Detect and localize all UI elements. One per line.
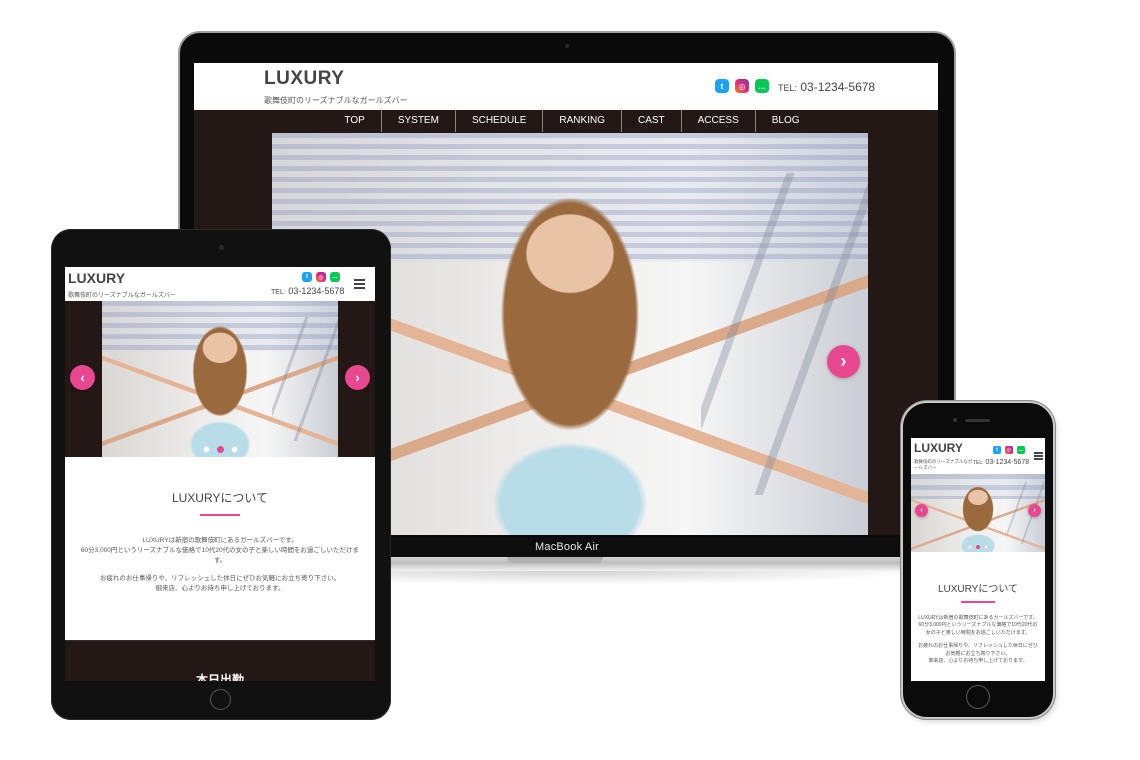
phone-number[interactable]: TEL: 03-1234-5678 bbox=[973, 459, 1029, 466]
about-line: 60分3,000円というリーズナブルな価格で10代20代の女の子と楽しい時間をお… bbox=[918, 622, 1038, 636]
hero-slider: ‹ › bbox=[911, 474, 1045, 552]
about-title: LUXURYについて bbox=[171, 491, 269, 505]
title-underline bbox=[961, 601, 995, 603]
laptop-camera bbox=[565, 44, 569, 48]
slider-dot[interactable] bbox=[984, 545, 988, 549]
about-line: 60分3,000円というリーズナブルな価格で10代20代の女の子と楽しい時間をお… bbox=[80, 547, 360, 564]
slider-dot[interactable] bbox=[968, 545, 972, 549]
hamburger-menu-icon[interactable] bbox=[354, 279, 365, 291]
line-icon[interactable]: … bbox=[1017, 446, 1025, 454]
nav-schedule[interactable]: SCHEDULE bbox=[454, 110, 542, 132]
laptop-model-label: MacBook Air bbox=[535, 541, 599, 553]
about-line: LUXURYは新宿の歌舞伎町にあるガールズバーです。 bbox=[918, 614, 1038, 621]
phone-number[interactable]: TEL: 03-1234-5678 bbox=[271, 286, 344, 296]
chevron-right-icon: › bbox=[840, 351, 847, 371]
chevron-left-icon: ‹ bbox=[80, 370, 85, 385]
today-cast-section: 本日出勤 bbox=[65, 640, 375, 681]
twitter-icon[interactable]: t bbox=[302, 272, 312, 282]
slider-dot-active[interactable] bbox=[216, 446, 224, 453]
instagram-icon[interactable]: ◎ bbox=[735, 79, 749, 93]
slider-next-button[interactable]: › bbox=[1028, 504, 1041, 517]
site-header: LUXURY 歌舞伎町のリーズナブルなガールズバー t ◎ … TEL: 03-… bbox=[65, 267, 375, 301]
hero-photo bbox=[911, 474, 1045, 552]
tel-number: 03-1234-5678 bbox=[800, 80, 876, 94]
social-links: t ◎ … bbox=[993, 446, 1025, 454]
site-tagline: 歌舞伎町のリーズナブルなガールズバー bbox=[914, 459, 973, 470]
tel-label: TEL: bbox=[778, 83, 798, 93]
today-cast-title: 本日出勤 bbox=[195, 673, 244, 681]
about-line: LUXURYは新宿の歌舞伎町にあるガールズバーです。 bbox=[142, 537, 298, 544]
slider-dot-active[interactable] bbox=[976, 545, 980, 549]
chevron-right-icon: › bbox=[1033, 507, 1036, 514]
about-title: LUXURYについて bbox=[937, 584, 1019, 595]
slider-pagination bbox=[65, 446, 375, 453]
hero-photo bbox=[102, 301, 338, 457]
twitter-icon[interactable]: t bbox=[715, 79, 729, 93]
phone-home-button bbox=[966, 685, 990, 709]
tel-number: 03-1234-5678 bbox=[288, 286, 345, 296]
tablet-home-button bbox=[210, 689, 231, 710]
main-nav: TOP SYSTEM SCHEDULE RANKING CAST ACCESS … bbox=[194, 110, 938, 132]
social-links: t ◎ … bbox=[715, 79, 769, 93]
nav-ranking[interactable]: RANKING bbox=[542, 110, 621, 132]
line-icon[interactable]: … bbox=[330, 272, 340, 282]
nav-access[interactable]: ACCESS bbox=[680, 110, 755, 132]
hamburger-menu-icon[interactable] bbox=[1034, 452, 1043, 461]
site-logo[interactable]: LUXURY bbox=[68, 270, 125, 286]
social-links: t ◎ … bbox=[302, 272, 340, 282]
slider-dot[interactable] bbox=[202, 446, 210, 453]
about-section: LUXURYについて LUXURYは新宿の歌舞伎町にあるガールズバーです。 60… bbox=[65, 457, 375, 640]
slider-dot[interactable] bbox=[230, 446, 238, 453]
nav-system[interactable]: SYSTEM bbox=[380, 110, 455, 132]
slider-prev-button[interactable]: ‹ bbox=[70, 365, 95, 390]
about-line: 御来店、心よりお待ち申し上げております。 bbox=[928, 658, 1028, 664]
site-tagline: 歌舞伎町のリーズナブルなガールズバー bbox=[68, 293, 176, 299]
instagram-icon[interactable]: ◎ bbox=[316, 272, 326, 282]
site-tagline: 歌舞伎町のリーズナブルなガールズバー bbox=[264, 96, 408, 105]
about-text: LUXURYは新宿の歌舞伎町にあるガールズバーです。 60分3,000円というリ… bbox=[911, 615, 1045, 666]
slider-next-button[interactable]: › bbox=[345, 365, 370, 390]
phone-number[interactable]: TEL: 03-1234-5678 bbox=[778, 80, 875, 94]
nav-blog[interactable]: BLOG bbox=[754, 110, 816, 132]
twitter-icon[interactable]: t bbox=[993, 446, 1001, 454]
line-icon[interactable]: … bbox=[755, 79, 769, 93]
about-line: お疲れのお仕事帰りや、リフレッシュした休日にぜひお気軽にお立ち寄り下さい。 bbox=[99, 575, 341, 582]
slider-next-button[interactable]: › bbox=[827, 345, 860, 378]
about-text: LUXURYは新宿の歌舞伎町にあるガールズバーです。 60分3,000円というリ… bbox=[65, 536, 375, 594]
phone-speaker bbox=[965, 419, 990, 422]
slider-pagination bbox=[911, 545, 1045, 549]
slider-prev-button[interactable]: ‹ bbox=[915, 504, 928, 517]
about-section: LUXURYについて LUXURYは新宿の歌舞伎町にあるガールズバーです。 60… bbox=[911, 552, 1045, 681]
phone-camera bbox=[953, 418, 957, 422]
chevron-left-icon: ‹ bbox=[920, 507, 923, 514]
nav-cast[interactable]: CAST bbox=[620, 110, 681, 132]
tel-label: TEL: bbox=[973, 460, 984, 466]
hero-slider: ‹ › bbox=[65, 301, 375, 457]
tablet-screen: LUXURY 歌舞伎町のリーズナブルなガールズバー t ◎ … TEL: 03-… bbox=[65, 267, 375, 681]
tel-label: TEL: bbox=[271, 289, 286, 296]
instagram-icon[interactable]: ◎ bbox=[1005, 446, 1013, 454]
about-line: お疲れのお仕事帰りや、リフレッシュした休日にぜひお気軽にお立ち寄り下さい。 bbox=[918, 643, 1038, 657]
site-logo[interactable]: LUXURY bbox=[264, 68, 344, 90]
nav-top[interactable]: TOP bbox=[344, 110, 380, 132]
chevron-right-icon: › bbox=[355, 370, 360, 385]
tablet-camera bbox=[219, 245, 224, 250]
about-line: 御来店、心よりお待ち申し上げております。 bbox=[155, 585, 285, 592]
site-header: LUXURY 歌舞伎町のリーズナブルなガールズバー t ◎ … TEL: 03-… bbox=[194, 63, 938, 110]
site-logo[interactable]: LUXURY bbox=[914, 441, 963, 455]
phone-screen: LUXURY 歌舞伎町のリーズナブルなガールズバー t ◎ … TEL: 03-… bbox=[911, 438, 1045, 681]
tel-number: 03-1234-5678 bbox=[985, 459, 1030, 466]
laptop-notch bbox=[507, 557, 603, 563]
title-underline bbox=[200, 514, 240, 516]
site-header: LUXURY 歌舞伎町のリーズナブルなガールズバー t ◎ … TEL: 03-… bbox=[911, 438, 1045, 474]
